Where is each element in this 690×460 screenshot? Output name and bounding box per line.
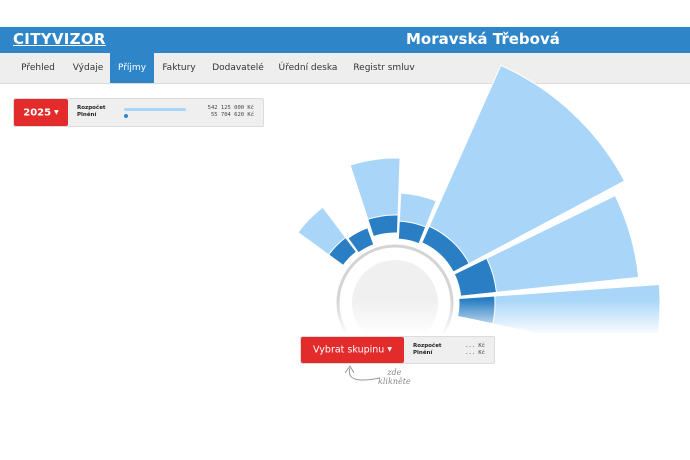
group-summary: Vybrat skupinu ▼ Rozpočet Plnění ... Kč .… — [300, 336, 495, 364]
click-here-hint: zde klikněte — [378, 368, 411, 386]
group-plneni-value: ... Kč — [465, 350, 485, 356]
select-group-button[interactable]: Vybrat skupinu ▼ — [301, 337, 404, 363]
select-group-label: Vybrat skupinu — [313, 344, 385, 356]
revenue-radial-chart — [270, 64, 690, 381]
group-rozpocet-value: ... Kč — [465, 343, 485, 349]
spent-sector[interactable] — [367, 214, 399, 238]
hint-line-2: klikněte — [378, 377, 411, 386]
caret-down-icon: ▼ — [387, 346, 392, 353]
hint-line-1: zde — [387, 368, 402, 377]
chart-fade-overlay — [270, 300, 690, 336]
